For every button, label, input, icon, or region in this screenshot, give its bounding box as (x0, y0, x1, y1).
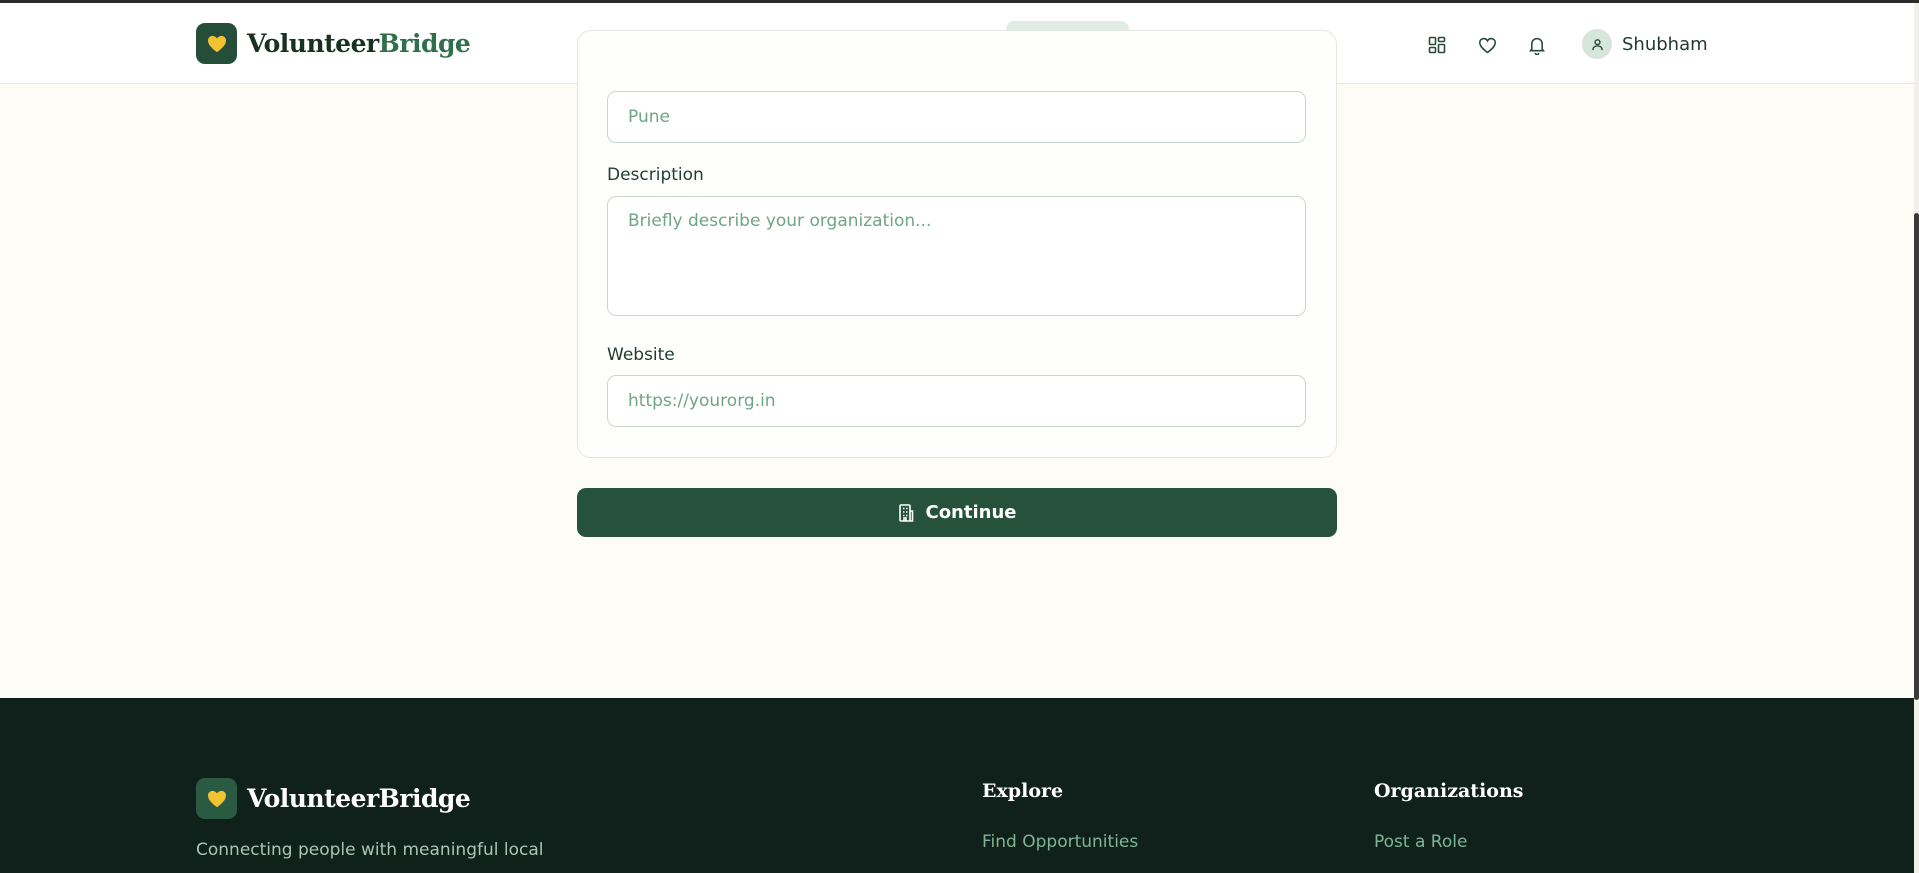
footer-explore-title: Explore (982, 780, 1064, 802)
user-menu[interactable]: Shubham (1582, 29, 1708, 59)
website-input[interactable]: https://yourorg.in (607, 375, 1306, 427)
continue-label: Continue (925, 502, 1017, 523)
brand-name: VolunteerBridge (247, 29, 471, 58)
description-textarea[interactable]: Briefly describe your organization... (607, 196, 1306, 316)
user-icon (1591, 38, 1603, 50)
footer-heart-logo-icon (196, 778, 237, 819)
header-actions (1422, 30, 1572, 60)
avatar (1582, 29, 1612, 59)
footer-link-find-opportunities[interactable]: Find Opportunities (982, 832, 1138, 852)
footer-brand-name: VolunteerBridge (247, 784, 471, 813)
footer-brand[interactable]: VolunteerBridge (196, 778, 471, 819)
website-label: Website (607, 345, 675, 365)
brand-name-part1: Volunteer (247, 29, 379, 58)
dashboard-icon[interactable] (1422, 30, 1452, 60)
building-icon (897, 503, 915, 523)
city-input[interactable]: Pune (607, 91, 1306, 143)
site-footer: VolunteerBridge Connecting people with m… (0, 698, 1914, 873)
bell-icon[interactable] (1522, 30, 1552, 60)
description-label: Description (607, 165, 704, 185)
heart-icon[interactable] (1472, 30, 1502, 60)
brand-name-part2: Bridge (378, 29, 471, 58)
footer-organizations-title: Organizations (1374, 780, 1524, 802)
heart-logo-icon (196, 23, 237, 64)
brand-logo-link[interactable]: VolunteerBridge (196, 23, 471, 64)
footer-tagline: Connecting people with meaningful local (196, 840, 544, 860)
continue-button[interactable]: Continue (577, 488, 1337, 537)
user-name: Shubham (1622, 33, 1708, 55)
scrollbar-thumb[interactable] (1914, 213, 1919, 700)
footer-link-post-a-role[interactable]: Post a Role (1374, 832, 1467, 852)
